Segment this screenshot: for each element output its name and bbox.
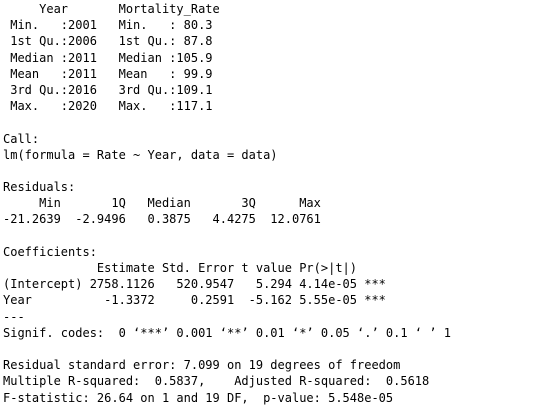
summary-median-line: Median :2011 Median :105.9: [3, 50, 227, 65]
summary-mean-line: Mean :2011 Mean : 99.9: [3, 66, 227, 81]
coefficients-year-row: Year -1.3372 0.2591 -5.162 5.55e-05 ***: [3, 293, 386, 308]
summary-header-line: Year Mortality_Rate: [3, 2, 235, 16]
call-formula: lm(formula = Rate ~ Year, data = data): [3, 147, 278, 162]
summary-min-line: Min. :2001 Min. : 80.3: [3, 18, 227, 33]
signif-codes-line: Signif. codes: 0 ‘***’ 0.001 ‘**’ 0.01 ‘…: [3, 325, 451, 340]
r-squared-line: Multiple R-squared: 0.5837, Adjusted R-s…: [3, 374, 437, 389]
residuals-values-row: -21.2639 -2.9496 0.3875 4.4275 12.0761: [3, 212, 329, 227]
f-statistic-line: F-statistic: 26.64 on 1 and 19 DF, p-val…: [3, 390, 394, 405]
separator-line: ---: [3, 309, 25, 324]
coefficients-header-row: Estimate Std. Error t value Pr(>|t|): [3, 261, 386, 275]
summary-3rd-qu-line: 3rd Qu.:2016 3rd Qu.:109.1: [3, 82, 227, 97]
coefficients-heading: Coefficients:: [3, 244, 97, 259]
residual-standard-error-line: Residual standard error: 7.099 on 19 deg…: [3, 358, 401, 373]
r-console-output: Year Mortality_Rate Min. :2001 Min. : 80…: [0, 0, 539, 411]
residuals-heading: Residuals:: [3, 180, 76, 195]
summary-1st-qu-line: 1st Qu.:2006 1st Qu.: 87.8: [3, 34, 227, 49]
residuals-header-row: Min 1Q Median 3Q Max: [3, 196, 329, 211]
call-heading: Call:: [3, 131, 40, 146]
coefficients-intercept-row: (Intercept) 2758.1126 520.9547 5.294 4.1…: [3, 277, 386, 292]
summary-max-line: Max. :2020 Max. :117.1: [3, 99, 227, 114]
